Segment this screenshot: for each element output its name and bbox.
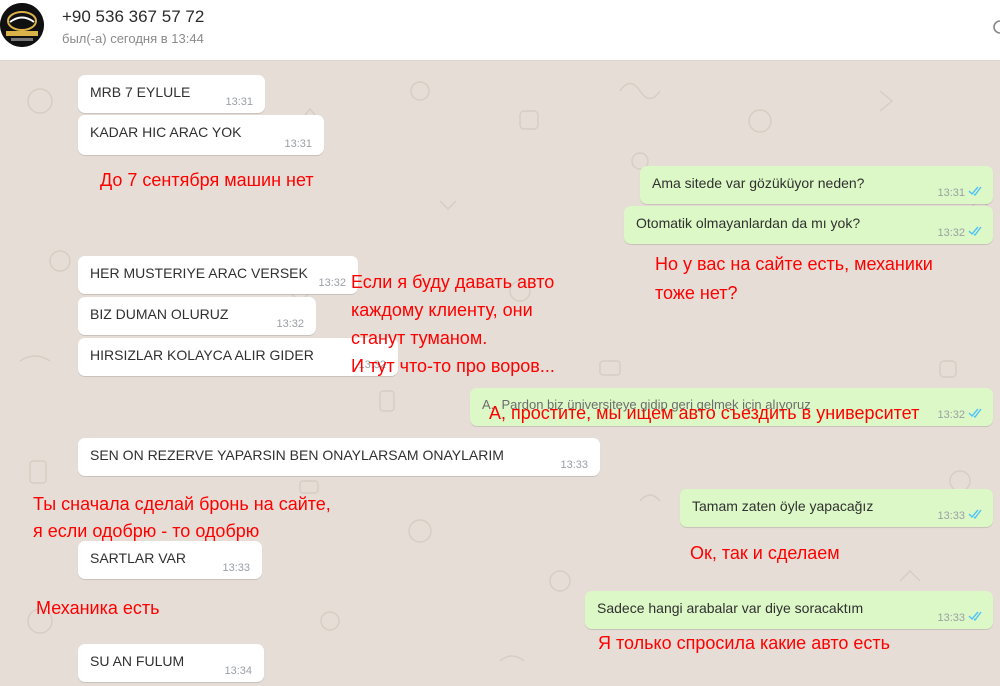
message-text: HER MUSTERIYE ARAC VERSEK <box>90 265 308 281</box>
message-time: 13:33 <box>560 459 588 471</box>
message-text: Sadece hangi arabalar var diye soracaktı… <box>597 600 864 616</box>
translation-annotation: станут туманом. <box>351 328 488 348</box>
chat-header: +90 536 367 57 72 был(-а) сегодня в 13:4… <box>0 0 1000 61</box>
message-bubble-incoming[interactable]: KADAR HIC ARAC YOK 13:31 <box>78 115 324 155</box>
contact-name[interactable]: +90 536 367 57 72 <box>62 7 204 27</box>
translation-annotation: каждому клиенту, они <box>351 300 533 320</box>
message-bubble-incoming[interactable]: SEN ON REZERVE YAPARSIN BEN ONAYLARSAM O… <box>78 438 600 476</box>
translation-annotation: Я только спросила какие авто есть <box>598 633 891 653</box>
translation-annotation: Если я буду давать авто <box>351 272 555 292</box>
message-text: Tamam zaten öyle yapacağız <box>692 498 874 514</box>
header-menu-icon[interactable] <box>992 18 1000 36</box>
ottoman-car-logo-icon <box>0 3 44 47</box>
message-time: 13:31 <box>284 138 312 150</box>
message-bubble-incoming[interactable]: HIRSIZLAR KOLAYCA ALIR GIDER 13:32 <box>78 338 398 376</box>
read-receipt-icon <box>968 408 982 418</box>
message-time: 13:32 <box>276 318 304 330</box>
message-bubble-incoming[interactable]: BIZ DUMAN OLURUZ 13:32 <box>78 297 316 335</box>
translation-annotation: Механика есть <box>36 598 160 618</box>
last-seen-status: был(-а) сегодня в 13:44 <box>62 31 204 46</box>
message-text: BIZ DUMAN OLURUZ <box>90 306 229 322</box>
translation-annotation: Ок, так и сделаем <box>690 543 840 563</box>
message-text: KADAR HIC ARAC YOK <box>90 124 242 140</box>
message-time: 13:32 <box>937 227 965 239</box>
read-receipt-icon <box>968 509 982 519</box>
translation-annotation: А, простите, мы ищем авто съездить в уни… <box>489 403 920 423</box>
translation-annotation: я если одобрю - то одобрю <box>33 521 260 541</box>
message-text: SU AN FULUM <box>90 653 185 669</box>
message-bubble-incoming[interactable]: HER MUSTERIYE ARAC VERSEK 13:32 <box>78 256 358 294</box>
message-bubble-incoming[interactable]: SU AN FULUM 13:34 <box>78 644 264 682</box>
read-receipt-icon <box>968 611 982 621</box>
message-time: 13:33 <box>937 612 965 624</box>
message-time: 13:34 <box>224 665 252 677</box>
message-bubble-incoming[interactable]: MRB 7 EYLULE 13:31 <box>78 75 265 113</box>
message-time: 13:32 <box>318 277 346 289</box>
message-text: SEN ON REZERVE YAPARSIN BEN ONAYLARSAM O… <box>90 447 504 463</box>
translation-annotation: До 7 сентября машин нет <box>100 170 314 190</box>
message-time: 13:31 <box>225 96 253 108</box>
read-receipt-icon <box>968 186 982 196</box>
translation-annotation: Но у вас на сайте есть, механики <box>655 254 933 274</box>
message-time: 13:33 <box>222 562 250 574</box>
message-text: Otomatik olmayanlardan da mı yok? <box>636 215 861 231</box>
message-text: MRB 7 EYLULE <box>90 84 191 100</box>
contact-avatar[interactable] <box>0 3 44 47</box>
message-time: 13:31 <box>937 187 965 199</box>
message-bubble-outgoing[interactable]: Ama sitede var gözüküyor neden? 13:31 <box>640 166 993 204</box>
translation-annotation: Ты сначала сделай бронь на сайте, <box>33 494 331 514</box>
message-bubble-outgoing[interactable]: Otomatik olmayanlardan da mı yok? 13:32 <box>624 206 993 244</box>
message-time: 13:33 <box>937 510 965 522</box>
message-bubble-outgoing[interactable]: Sadece hangi arabalar var diye soracaktı… <box>585 591 993 629</box>
message-text: Ama sitede var gözüküyor neden? <box>652 175 865 191</box>
message-text: SARTLAR VAR <box>90 550 186 566</box>
read-receipt-icon <box>968 226 982 236</box>
translation-annotation: тоже нет? <box>655 283 738 303</box>
message-time: 13:32 <box>937 409 965 421</box>
translation-annotation: И тут что-то про воров... <box>351 356 555 376</box>
message-text: HIRSIZLAR KOLAYCA ALIR GIDER <box>90 347 314 363</box>
message-bubble-outgoing[interactable]: Tamam zaten öyle yapacağız 13:33 <box>680 489 993 527</box>
message-bubble-incoming[interactable]: SARTLAR VAR 13:33 <box>78 541 262 579</box>
